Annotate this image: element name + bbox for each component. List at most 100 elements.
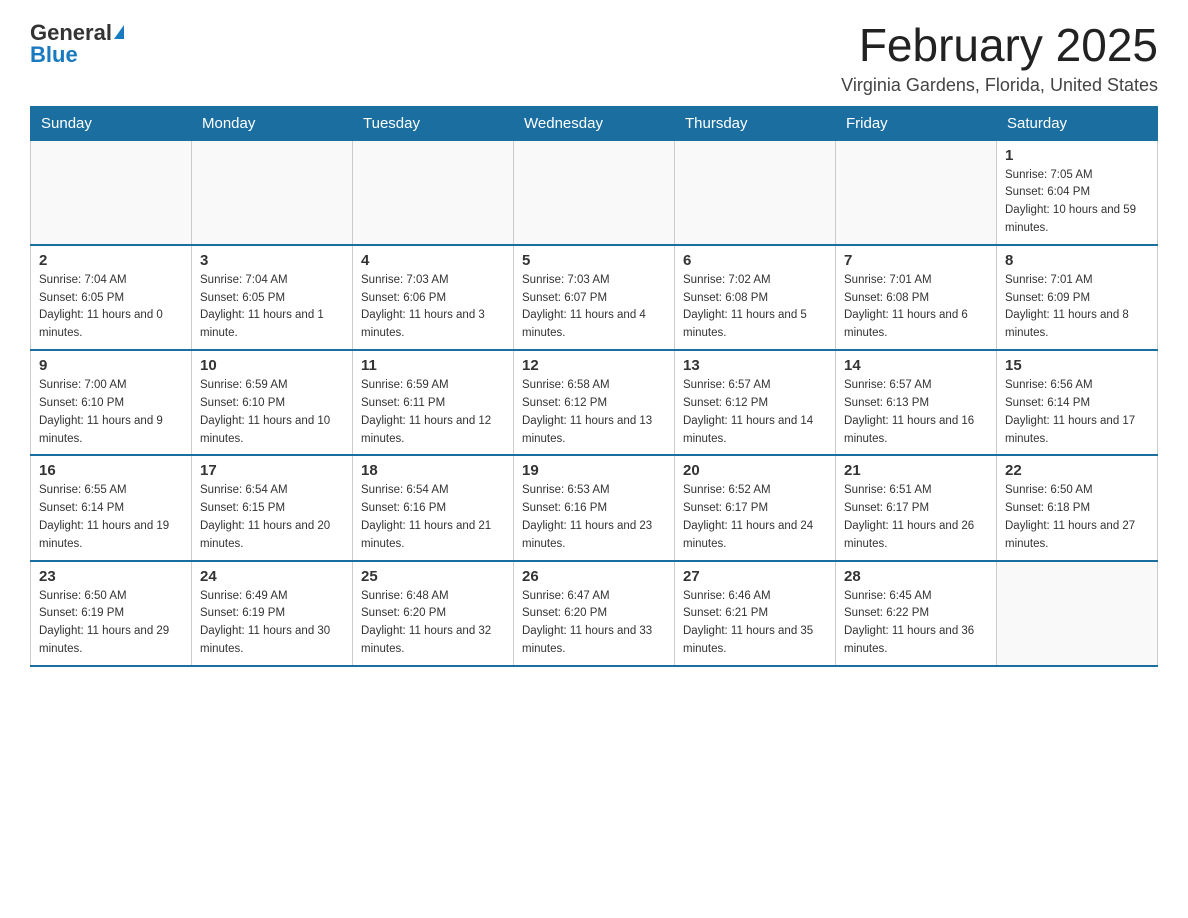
calendar-cell: 8 Sunrise: 7:01 AMSunset: 6:09 PMDaylight… <box>997 245 1158 350</box>
day-number: 5 <box>522 252 666 269</box>
calendar-cell: 2Sunrise: 7:04 AMSunset: 6:05 PMDaylight… <box>31 245 192 350</box>
day-number: 22 <box>1005 462 1149 479</box>
calendar-cell: 16 Sunrise: 6:55 AMSunset: 6:14 PMDayligh… <box>31 455 192 560</box>
calendar-cell <box>353 140 514 245</box>
header-sunday: Sunday <box>31 106 192 140</box>
day-info: Sunrise: 7:04 AMSunset: 6:05 PMDaylight:… <box>200 272 344 343</box>
day-info: Sunrise: 6:56 AMSunset: 6:14 PMDaylight:… <box>1005 377 1149 448</box>
header-tuesday: Tuesday <box>353 106 514 140</box>
day-number: 25 <box>361 568 505 585</box>
day-number: 12 <box>522 357 666 374</box>
calendar-cell: 5 Sunrise: 7:03 AMSunset: 6:07 PMDaylight… <box>514 245 675 350</box>
calendar-week-4: 23 Sunrise: 6:50 AMSunset: 6:19 PMDayligh… <box>31 561 1158 666</box>
day-number: 9 <box>39 357 183 374</box>
calendar-cell <box>675 140 836 245</box>
calendar-cell: 20 Sunrise: 6:52 AMSunset: 6:17 PMDayligh… <box>675 455 836 560</box>
calendar-week-1: 2 Sunrise: 7:04 AMSunset: 6:05 PMDaylight… <box>31 245 1158 350</box>
calendar-cell: 13 Sunrise: 6:57 AMSunset: 6:12 PMDayligh… <box>675 350 836 455</box>
day-number: 13 <box>683 357 827 374</box>
day-number: 16 <box>39 462 183 479</box>
day-info: Sunrise: 6:54 AMSunset: 6:16 PMDaylight:… <box>361 482 505 553</box>
day-info: Sunrise: 6:55 AMSunset: 6:14 PMDaylight:… <box>39 482 183 553</box>
day-info: Sunrise: 7:03 AMSunset: 6:06 PMDaylight:… <box>361 272 505 343</box>
header-thursday: Thursday <box>675 106 836 140</box>
day-info: Sunrise: 6:45 AMSunset: 6:22 PMDaylight:… <box>844 588 988 659</box>
calendar-cell: 7 Sunrise: 7:01 AMSunset: 6:08 PMDaylight… <box>836 245 997 350</box>
day-number: 18 <box>361 462 505 479</box>
calendar-cell <box>997 561 1158 666</box>
logo-blue: Blue <box>30 42 78 68</box>
day-number: 6 <box>683 252 827 269</box>
calendar-cell: 24 Sunrise: 6:49 AMSunset: 6:19 PMDayligh… <box>192 561 353 666</box>
day-number: 28 <box>844 568 988 585</box>
day-number: 10 <box>200 357 344 374</box>
title-block: February 2025 Virginia Gardens, Florida,… <box>841 20 1158 96</box>
calendar-week-3: 16 Sunrise: 6:55 AMSunset: 6:14 PMDayligh… <box>31 455 1158 560</box>
header-saturday: Saturday <box>997 106 1158 140</box>
calendar-cell: 10 Sunrise: 6:59 AMSunset: 6:10 PMDayligh… <box>192 350 353 455</box>
header-wednesday: Wednesday <box>514 106 675 140</box>
day-number: 1 <box>1005 147 1149 164</box>
header-monday: Monday <box>192 106 353 140</box>
day-number: 23 <box>39 568 183 585</box>
day-number: 11 <box>361 357 505 374</box>
calendar-cell: 6 Sunrise: 7:02 AMSunset: 6:08 PMDaylight… <box>675 245 836 350</box>
day-info: Sunrise: 6:57 AMSunset: 6:12 PMDaylight:… <box>683 377 827 448</box>
calendar-week-0: 1 Sunrise: 7:05 AMSunset: 6:04 PMDaylight… <box>31 140 1158 245</box>
day-number: 17 <box>200 462 344 479</box>
day-info: Sunrise: 6:51 AMSunset: 6:17 PMDaylight:… <box>844 482 988 553</box>
day-number: 3 <box>200 252 344 269</box>
calendar-cell: 11 Sunrise: 6:59 AMSunset: 6:11 PMDayligh… <box>353 350 514 455</box>
calendar-cell: 19 Sunrise: 6:53 AMSunset: 6:16 PMDayligh… <box>514 455 675 560</box>
calendar-week-2: 9Sunrise: 7:00 AMSunset: 6:10 PMDaylight… <box>31 350 1158 455</box>
day-number: 7 <box>844 252 988 269</box>
calendar-cell: 26Sunrise: 6:47 AMSunset: 6:20 PMDayligh… <box>514 561 675 666</box>
calendar-cell: 17 Sunrise: 6:54 AMSunset: 6:15 PMDayligh… <box>192 455 353 560</box>
calendar-cell: 28 Sunrise: 6:45 AMSunset: 6:22 PMDayligh… <box>836 561 997 666</box>
day-info: Sunrise: 7:01 AMSunset: 6:09 PMDaylight:… <box>1005 272 1149 343</box>
day-info: Sunrise: 7:03 AMSunset: 6:07 PMDaylight:… <box>522 272 666 343</box>
calendar-cell: 14 Sunrise: 6:57 AMSunset: 6:13 PMDayligh… <box>836 350 997 455</box>
day-info: Sunrise: 6:50 AMSunset: 6:19 PMDaylight:… <box>39 588 183 659</box>
day-info: Sunrise: 6:47 AMSunset: 6:20 PMDaylight:… <box>522 588 666 659</box>
calendar-cell: 27 Sunrise: 6:46 AMSunset: 6:21 PMDayligh… <box>675 561 836 666</box>
day-number: 20 <box>683 462 827 479</box>
day-info: Sunrise: 6:52 AMSunset: 6:17 PMDaylight:… <box>683 482 827 553</box>
calendar-cell: 23 Sunrise: 6:50 AMSunset: 6:19 PMDayligh… <box>31 561 192 666</box>
day-info: Sunrise: 6:59 AMSunset: 6:10 PMDaylight:… <box>200 377 344 448</box>
day-number: 2 <box>39 252 183 269</box>
calendar-cell: 1 Sunrise: 7:05 AMSunset: 6:04 PMDaylight… <box>997 140 1158 245</box>
day-info: Sunrise: 6:59 AMSunset: 6:11 PMDaylight:… <box>361 377 505 448</box>
day-number: 14 <box>844 357 988 374</box>
day-info: Sunrise: 6:48 AMSunset: 6:20 PMDaylight:… <box>361 588 505 659</box>
day-info: Sunrise: 6:53 AMSunset: 6:16 PMDaylight:… <box>522 482 666 553</box>
calendar-cell: 21 Sunrise: 6:51 AMSunset: 6:17 PMDayligh… <box>836 455 997 560</box>
page-title: February 2025 <box>841 20 1158 71</box>
day-number: 19 <box>522 462 666 479</box>
calendar-header-row: SundayMondayTuesdayWednesdayThursdayFrid… <box>31 106 1158 140</box>
day-number: 8 <box>1005 252 1149 269</box>
day-info: Sunrise: 6:58 AMSunset: 6:12 PMDaylight:… <box>522 377 666 448</box>
day-info: Sunrise: 7:05 AMSunset: 6:04 PMDaylight:… <box>1005 167 1149 238</box>
day-info: Sunrise: 6:50 AMSunset: 6:18 PMDaylight:… <box>1005 482 1149 553</box>
day-info: Sunrise: 6:54 AMSunset: 6:15 PMDaylight:… <box>200 482 344 553</box>
calendar-cell: 4Sunrise: 7:03 AMSunset: 6:06 PMDaylight… <box>353 245 514 350</box>
subtitle: Virginia Gardens, Florida, United States <box>841 75 1158 96</box>
logo-triangle-icon <box>114 25 124 39</box>
calendar: SundayMondayTuesdayWednesdayThursdayFrid… <box>30 106 1158 667</box>
page-header: General Blue February 2025 Virginia Gard… <box>30 20 1158 96</box>
calendar-cell <box>514 140 675 245</box>
day-info: Sunrise: 6:57 AMSunset: 6:13 PMDaylight:… <box>844 377 988 448</box>
day-number: 15 <box>1005 357 1149 374</box>
header-friday: Friday <box>836 106 997 140</box>
calendar-cell: 12 Sunrise: 6:58 AMSunset: 6:12 PMDayligh… <box>514 350 675 455</box>
calendar-cell: 18 Sunrise: 6:54 AMSunset: 6:16 PMDayligh… <box>353 455 514 560</box>
day-info: Sunrise: 6:49 AMSunset: 6:19 PMDaylight:… <box>200 588 344 659</box>
day-number: 24 <box>200 568 344 585</box>
day-info: Sunrise: 7:02 AMSunset: 6:08 PMDaylight:… <box>683 272 827 343</box>
day-info: Sunrise: 7:01 AMSunset: 6:08 PMDaylight:… <box>844 272 988 343</box>
calendar-cell: 9Sunrise: 7:00 AMSunset: 6:10 PMDaylight… <box>31 350 192 455</box>
day-number: 27 <box>683 568 827 585</box>
day-number: 21 <box>844 462 988 479</box>
day-info: Sunrise: 6:46 AMSunset: 6:21 PMDaylight:… <box>683 588 827 659</box>
